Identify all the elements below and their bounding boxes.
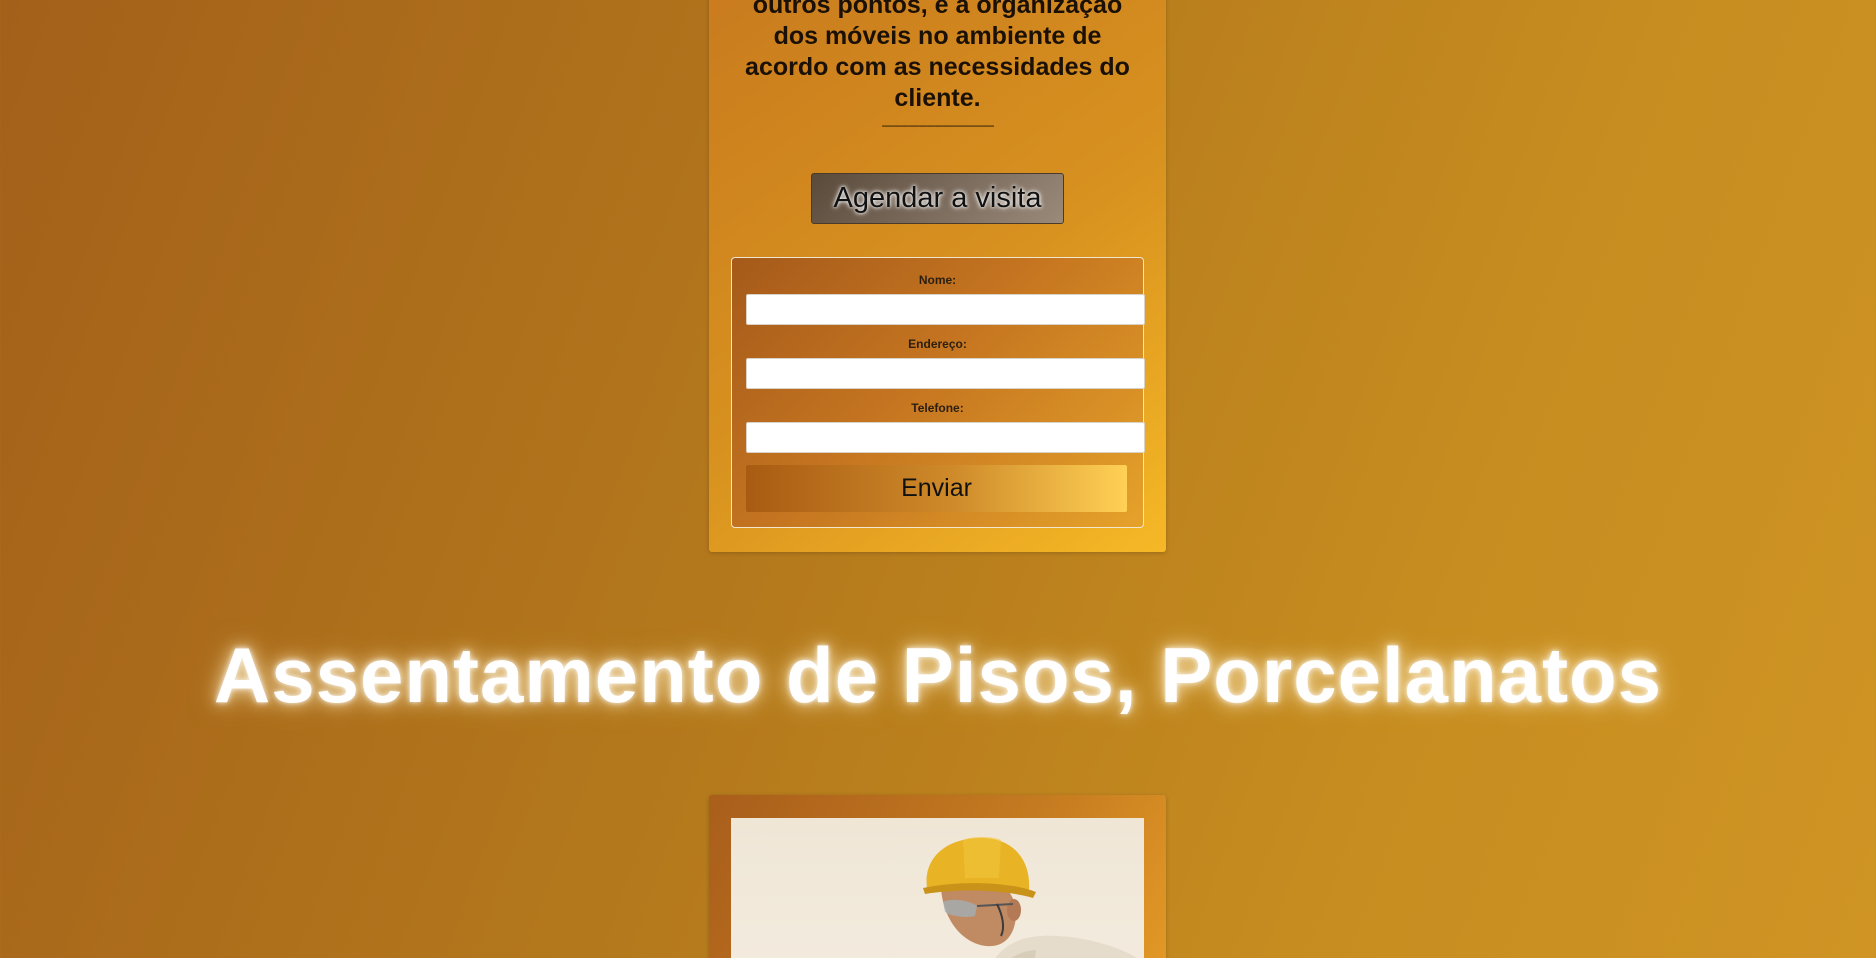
phone-label: Telefone: (911, 401, 964, 415)
submit-button[interactable]: Enviar (746, 465, 1127, 512)
service-description: outros pontos, e a organização dos móvei… (745, 0, 1130, 112)
name-input[interactable] (746, 294, 1145, 325)
photo-card (709, 795, 1166, 958)
worker-photo (731, 818, 1144, 958)
visit-form: Nome: Endereço: Telefone: Enviar (731, 257, 1145, 528)
worker-photo-icon (923, 837, 1137, 958)
section-heading: Assentamento de Pisos, Porcelanatos (213, 631, 1663, 719)
divider-line: ----------------------------------------… (881, 120, 995, 132)
schedule-visit-button[interactable]: Agendar a visita (811, 173, 1064, 224)
name-label: Nome: (918, 273, 957, 287)
phone-input[interactable] (746, 422, 1145, 453)
address-input[interactable] (746, 358, 1145, 389)
address-label: Endereço: (908, 337, 967, 351)
service-card: outros pontos, e a organização dos móvei… (709, 0, 1166, 552)
